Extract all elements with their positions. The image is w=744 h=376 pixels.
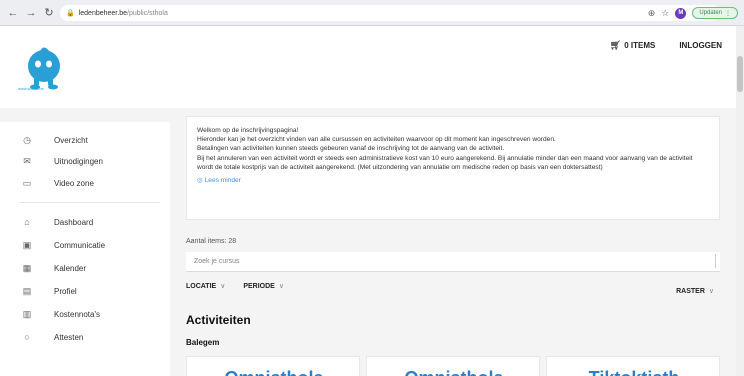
lock-icon: 🔒 [66, 10, 75, 17]
sidebar-item-uitnodigingen[interactable]: ✉ Uitnodigingen [20, 153, 103, 169]
scrollbar-thumb[interactable] [737, 56, 743, 92]
activity-card-title: Omnisthola [187, 368, 359, 376]
sidebar-item-profiel[interactable]: ▤ Profiel [20, 283, 77, 299]
info-card: Welkom op de inschrijvingspagina! Hieron… [186, 116, 720, 220]
sidebar-item-label: Attesten [54, 332, 84, 342]
url-host: ledenbeheer.be [78, 9, 127, 17]
location-heading: Balegem [186, 338, 220, 347]
activity-cards: Omnisthola Omnisthola Tiktoktisth [186, 356, 720, 376]
sidebar-item-label: Profiel [54, 286, 77, 296]
view-label: RASTER [676, 287, 705, 295]
sidebar-item-overzicht[interactable]: ◷ Overzicht [20, 132, 88, 148]
page: www.sthola.be 🛒︎ 0 ITEMS INLOGGEN ◷ Over… [0, 26, 744, 376]
search-placeholder: Zoek je cursus [194, 258, 240, 265]
chevron-down-icon: ∨ [278, 283, 284, 290]
home-icon: ⌂ [24, 217, 30, 227]
view-toggle[interactable]: RASTER ∨ [676, 287, 714, 296]
activity-card-title: Tiktoktisth [547, 368, 719, 376]
chevron-down-icon: ∨ [220, 283, 226, 290]
sidebar-divider [20, 202, 160, 203]
url-path: /public/sthola [127, 9, 168, 17]
sidebar-item-label: Communicatie [54, 240, 106, 250]
sidebar-item-kostennotas[interactable]: ▥ Kostennota's [20, 306, 100, 322]
logo[interactable] [22, 44, 74, 104]
calendar-icon: ▦ [22, 262, 32, 273]
inbox-icon: ▣ [22, 239, 32, 250]
read-less-link[interactable]: ◎ Lees minder [197, 176, 709, 185]
filter-period[interactable]: PERIODE ∨ [243, 282, 284, 291]
filter-period-label: PERIODE [243, 282, 275, 290]
filter-location[interactable]: LOCATIE ∨ [186, 282, 226, 291]
sidebar-item-kalender[interactable]: ▦ Kalender [20, 260, 86, 276]
browser-toolbar: ← → ↻ 🔒 ledenbeheer.be/public/sthola ⊕ ☆… [0, 0, 744, 26]
activity-card-title: Omnisthola [367, 368, 539, 376]
cart-icon: 🛒︎ [609, 40, 622, 50]
activity-card[interactable]: Omnisthola [366, 356, 540, 376]
reload-icon[interactable]: ↻ [42, 6, 56, 20]
update-button[interactable]: Updaten ⋮ [692, 7, 738, 19]
sidebar-item-label: Kostennota's [54, 309, 101, 319]
search-divider [715, 254, 716, 268]
search-input[interactable]: Zoek je cursus [186, 252, 720, 272]
address-bar[interactable]: 🔒 ledenbeheer.be/public/sthola [60, 5, 720, 21]
header-actions: 🛒︎ 0 ITEMS INLOGGEN [610, 40, 722, 51]
sidebar-item-label: Video zone [54, 178, 94, 188]
circle-icon: ○ [24, 332, 30, 342]
update-label: Updaten [699, 10, 722, 16]
forward-icon[interactable]: → [24, 6, 38, 20]
mail-icon: ✉ [23, 155, 31, 166]
chevron-down-icon: ∨ [708, 288, 714, 295]
cart-button[interactable]: 🛒︎ 0 ITEMS [610, 40, 656, 51]
logo-text: www.sthola.be [18, 86, 44, 91]
page-scrollbar[interactable] [736, 26, 744, 376]
sidebar-item-video-zone[interactable]: ▭ Video zone [20, 175, 94, 191]
sidebar-item-label: Uitnodigingen [54, 156, 103, 166]
translate-icon[interactable]: ⊕ [648, 8, 656, 19]
section-title: Activiteiten [186, 313, 251, 327]
sidebar-item-label: Overzicht [54, 135, 88, 145]
info-cancellation: Bij het annuleren van een activiteit wor… [197, 154, 693, 171]
dashboard-icon: ◷ [23, 134, 31, 145]
star-icon[interactable]: ☆ [661, 8, 669, 19]
filters: LOCATIE ∨ PERIODE ∨ [186, 282, 284, 291]
items-count: Aantal items: 28 [186, 238, 237, 245]
info-overview: Hieronder kan je het overzicht vinden va… [197, 136, 556, 144]
avatar[interactable]: M [675, 7, 687, 19]
login-button[interactable]: INLOGGEN [679, 41, 722, 50]
info-welcome: Welkom op de inschrijvingspagina! [197, 127, 299, 134]
activity-card[interactable]: Omnisthola [186, 356, 360, 376]
info-payments: Betalingen van activiteiten kunnen steed… [197, 145, 505, 153]
more-icon: ⋮ [725, 10, 731, 17]
sidebar: ◷ Overzicht ✉ Uitnodigingen ▭ Video zone… [0, 122, 170, 376]
sidebar-item-dashboard[interactable]: ⌂ Dashboard [20, 214, 93, 230]
sidebar-item-label: Kalender [54, 263, 87, 273]
eye-off-icon: ◎ [197, 177, 203, 185]
back-icon[interactable]: ← [6, 6, 20, 20]
filter-location-label: LOCATIE [186, 282, 217, 290]
profile-icon: ▤ [22, 285, 32, 296]
sidebar-item-communicatie[interactable]: ▣ Communicatie [20, 237, 105, 253]
browser-actions: ⊕ ☆ M Updaten ⋮ [648, 5, 738, 21]
video-icon: ▭ [22, 177, 32, 188]
site-header: www.sthola.be 🛒︎ 0 ITEMS INLOGGEN [0, 26, 744, 108]
sidebar-item-attesten[interactable]: ○ Attesten [20, 329, 83, 345]
activity-card[interactable]: Tiktoktisth [546, 356, 720, 376]
sidebar-item-label: Dashboard [54, 217, 94, 227]
cart-label: 0 ITEMS [624, 41, 656, 50]
read-less-label: Lees minder [204, 177, 241, 185]
receipt-icon: ▥ [22, 308, 32, 319]
